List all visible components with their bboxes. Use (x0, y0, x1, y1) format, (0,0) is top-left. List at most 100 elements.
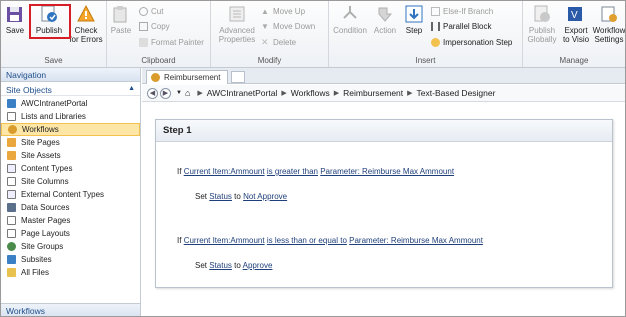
scissors-icon (139, 7, 148, 16)
nav-item-label: Lists and Libraries (21, 112, 86, 121)
forward-icon[interactable]: ▶ (160, 87, 171, 99)
cut-button[interactable]: Cut (139, 6, 163, 17)
condition-field-link[interactable]: Current Item:Ammount (184, 236, 265, 245)
nav-item-subsites[interactable]: Subsites (1, 253, 140, 266)
nav-item-site[interactable]: AWCIntranetPortal (1, 97, 140, 110)
nav-item-label: Data Sources (21, 203, 70, 212)
action-field-link[interactable]: Status (209, 192, 232, 201)
nav-item-site-assets[interactable]: Site Assets (1, 149, 140, 162)
move-down-label: Move Down (273, 22, 316, 31)
check-errors-button[interactable]: Check for Errors (68, 4, 104, 44)
nav-item-content-types[interactable]: Content Types (1, 162, 140, 175)
site-objects-header[interactable]: Site Objects ▲ (1, 82, 140, 96)
advanced-properties-line2: Properties (218, 35, 256, 44)
database-icon (7, 203, 16, 212)
condition-value-link[interactable]: Parameter: Reimburse Max Ammount (320, 167, 454, 176)
breadcrumb-item-reimbursement[interactable]: Reimbursement (343, 88, 403, 98)
copy-label: Copy (151, 22, 170, 31)
publish-highlight-box (29, 4, 71, 39)
action-button[interactable]: Action (369, 4, 401, 35)
condition-operator-link[interactable]: is greater than (267, 167, 318, 176)
workflow-tab-icon (151, 73, 160, 82)
action-value-link[interactable]: Not Approve (243, 192, 287, 201)
breadcrumb-item-designer[interactable]: Text-Based Designer (417, 88, 496, 98)
if-keyword: If (177, 167, 182, 176)
nav-item-data-sources[interactable]: Data Sources (1, 201, 140, 214)
condition-operator-link[interactable]: is less than or equal to (267, 236, 347, 245)
nav-item-site-columns[interactable]: Site Columns (1, 175, 140, 188)
move-up-label: Move Up (273, 7, 306, 16)
delete-icon: ✕ (261, 37, 269, 47)
condition-value-link[interactable]: Parameter: Reimburse Max Ammount (349, 236, 483, 245)
pages-icon (7, 138, 16, 147)
action-field-link[interactable]: Status (209, 261, 232, 270)
nav-item-master-pages[interactable]: Master Pages (1, 214, 140, 227)
publish-globally-button[interactable]: Publish Globally (525, 4, 559, 44)
workflow-icon (8, 125, 17, 134)
condition-label: Condition (333, 26, 367, 35)
impersonation-step-button[interactable]: Impersonation Step (431, 37, 512, 48)
step-label: Step (405, 26, 423, 35)
parallel-block-button[interactable]: Parallel Block (431, 21, 491, 32)
condition-field-link[interactable]: Current Item:Ammount (184, 167, 265, 176)
step-title[interactable]: Step 1 (156, 120, 612, 142)
save-button[interactable]: Save (4, 4, 26, 35)
nav-item-label: All Files (21, 268, 50, 277)
back-icon[interactable]: ◀ (147, 87, 158, 99)
move-up-button[interactable]: ▲ Move Up (261, 6, 305, 17)
copy-button[interactable]: Copy (139, 21, 170, 32)
delete-button[interactable]: ✕ Delete (261, 37, 296, 48)
step-card: Step 1 If Current Item:Ammount is greate… (155, 119, 613, 288)
export-visio-line1: Export (564, 26, 588, 35)
nav-item-site-groups[interactable]: Site Groups (1, 240, 140, 253)
parallel-label: Parallel Block (443, 22, 492, 31)
new-tab-button[interactable] (231, 71, 245, 83)
groups-icon (7, 242, 16, 251)
nav-item-label: Site Groups (21, 242, 64, 251)
check-errors-line2: for Errors (69, 35, 103, 44)
nav-item-site-pages[interactable]: Site Pages (1, 136, 140, 149)
nav-item-label: Master Pages (21, 216, 71, 225)
condition-1: If Current Item:Ammount is greater than … (177, 167, 454, 176)
arrow-down-icon: ▼ (261, 22, 269, 31)
condition-2: If Current Item:Ammount is less than or … (177, 236, 483, 245)
condition-button[interactable]: Condition (331, 4, 369, 35)
workflow-settings-button[interactable]: Workflow Settings (593, 4, 625, 44)
format-painter-button[interactable]: Format Painter (139, 37, 204, 48)
breadcrumb-item-site[interactable]: AWCIntranetPortal (207, 88, 278, 98)
chevron-up-icon: ▲ (128, 85, 135, 92)
home-icon[interactable]: ⌂ (185, 88, 190, 98)
external-content-icon (7, 190, 16, 199)
action-value-link[interactable]: Approve (243, 261, 273, 270)
set-keyword: Set (195, 261, 208, 270)
else-if-branch-button[interactable]: Else-If Branch (431, 6, 493, 17)
nav-item-lists-libraries[interactable]: Lists and Libraries (1, 110, 140, 123)
impersonation-label: Impersonation Step (443, 38, 513, 47)
else-if-label: Else-If Branch (443, 7, 494, 16)
content-types-icon (7, 164, 16, 173)
warning-icon (77, 4, 95, 22)
tab-reimbursement[interactable]: Reimbursement (146, 70, 228, 84)
separator-icon: ▶ (197, 90, 203, 97)
separator-icon: ▶ (407, 90, 413, 97)
paste-button[interactable]: Paste (109, 4, 133, 35)
nav-item-label: Site Assets (21, 151, 61, 160)
advanced-properties-button[interactable]: Advanced Properties (217, 4, 257, 44)
nav-item-all-files[interactable]: All Files (1, 266, 140, 279)
tab-label: Reimbursement (164, 73, 221, 82)
workflows-section-header[interactable]: Workflows (1, 303, 140, 316)
nav-item-label: AWCIntranetPortal (21, 99, 88, 108)
move-down-button[interactable]: ▼ Move Down (261, 21, 315, 32)
main-editor: Reimbursement ◀ ▶ ▼ ⌂ ▶ AWCIntranetPorta… (142, 68, 625, 316)
modify-group-label: Modify (257, 56, 282, 65)
ribbon-group-modify: Advanced Properties ▲ Move Up ▼ Move Dow… (211, 1, 329, 67)
nav-item-external-content-types[interactable]: External Content Types (1, 188, 140, 201)
nav-item-page-layouts[interactable]: Page Layouts (1, 227, 140, 240)
nav-item-workflows[interactable]: Workflows (1, 123, 140, 136)
export-to-visio-button[interactable]: V Export to Visio (560, 4, 592, 44)
insert-group-label: Insert (415, 56, 436, 65)
chevron-down-icon[interactable]: ▼ (176, 90, 182, 96)
breadcrumb-item-workflows[interactable]: Workflows (291, 88, 330, 98)
step-button[interactable]: Step (403, 4, 425, 35)
delete-label: Delete (273, 38, 297, 47)
